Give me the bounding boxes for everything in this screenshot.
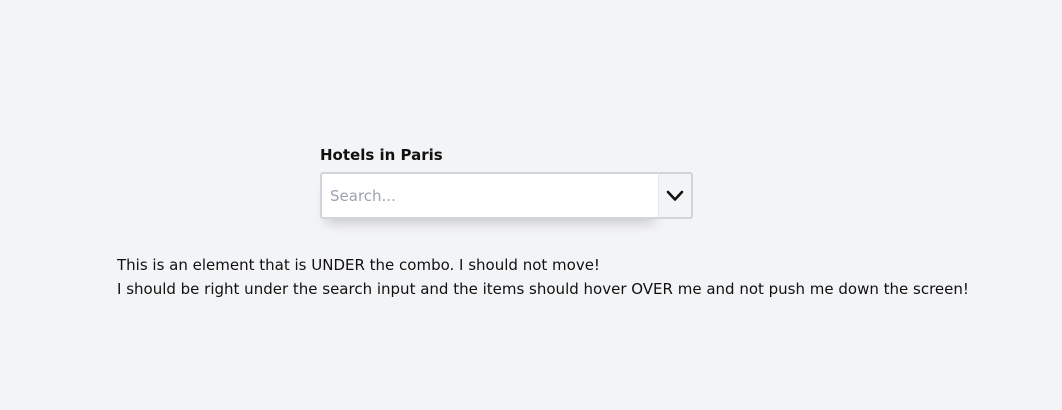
combobox: Hotels in Paris <box>320 146 693 219</box>
under-element: This is an element that is UNDER the com… <box>117 253 969 301</box>
search-input[interactable] <box>320 172 660 219</box>
chevron-down-icon <box>666 190 684 202</box>
combobox-toggle-button[interactable] <box>658 172 693 219</box>
under-element-line-2: I should be right under the search input… <box>117 280 969 298</box>
under-element-line-1: This is an element that is UNDER the com… <box>117 256 600 274</box>
combobox-control <box>320 172 693 219</box>
combobox-label: Hotels in Paris <box>320 146 443 164</box>
